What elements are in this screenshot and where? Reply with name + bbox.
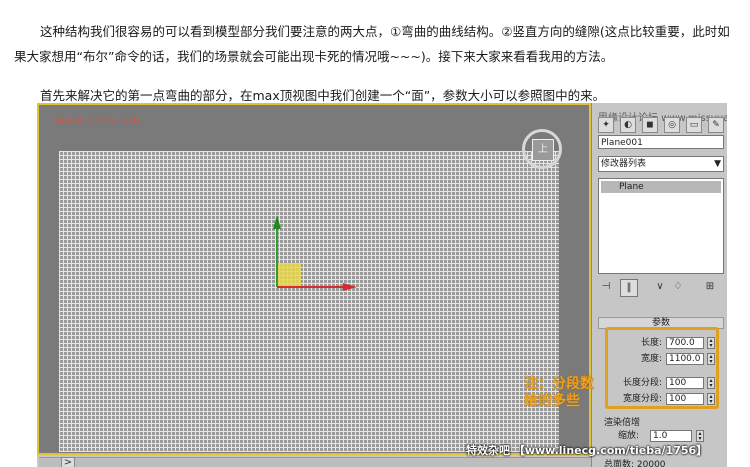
length-segs-row: 长度分段: 100 ▴ ▾ (608, 376, 718, 390)
make-unique-icon[interactable]: ∨ (652, 279, 668, 295)
width-segs-input[interactable]: 100 (666, 393, 704, 405)
length-segs-input[interactable]: 100 (666, 377, 704, 389)
plane-mesh-grid (59, 151, 559, 452)
max-screenshot: WWW.3DXY.COM 上 > 思缘设计论坛 www.missyuan.com… (37, 103, 727, 467)
scale-input[interactable]: 1.0 (650, 430, 692, 442)
hierarchy-tab-icon[interactable]: ◼ (642, 117, 658, 133)
footer-watermark: 特效杂吧 【www.linecg.com/tieba/1756】 (466, 444, 708, 457)
scale-label: 缩放: (618, 431, 640, 441)
modifier-stack[interactable]: Plane (598, 178, 724, 274)
length-input[interactable]: 700.0 (666, 337, 704, 349)
chevron-down-icon: ▼ (714, 159, 721, 169)
modifier-list-label: 修改器列表 (601, 159, 647, 169)
annotation-note: 注：分段数 给的多些 (524, 376, 594, 410)
pin-stack-icon[interactable]: ⊣ (598, 279, 614, 295)
width-label: 宽度: (640, 354, 662, 364)
render-multipliers-label: 渲染倍增 (604, 418, 641, 428)
viewport-statusbar: > (39, 457, 593, 467)
width-segs-row: 宽度分段: 100 ▴ ▾ (608, 392, 718, 406)
viewport-watermark: WWW.3DXY.COM (55, 117, 143, 127)
remove-modifier-icon[interactable]: ♢ (670, 279, 686, 295)
stack-toolbar: ⊣ ‖ ∨ ♢ ⊞ (598, 279, 724, 297)
panel-tabs: 思缘设计论坛 www.missyuan.com ✦ ◐ ◼ ◎ ▭ ✎ (596, 109, 727, 133)
width-input[interactable]: 1100.0 (666, 353, 704, 365)
width-segs-spinner[interactable]: ▴ ▾ (707, 393, 715, 405)
annotation-line-1: 注：分段数 (524, 376, 594, 392)
modifier-list-dropdown[interactable]: 修改器列表 ▼ (598, 156, 724, 172)
length-segs-label: 长度分段: (622, 378, 662, 388)
width-spinner[interactable]: ▴ ▾ (707, 353, 715, 365)
intro-paragraph: 这种结构我们很容易的可以看到模型部分我们要注意的两大点，①弯曲的曲线结构。②竖直… (14, 23, 730, 64)
object-name-field[interactable]: Plane001 (598, 135, 724, 149)
scale-spinner[interactable]: ▴ ▾ (696, 430, 704, 442)
width-segs-label: 宽度分段: (622, 394, 662, 404)
utilities-tab-icon[interactable]: ✎ (708, 117, 724, 133)
create-tab-icon[interactable]: ✦ (598, 117, 614, 133)
viewcube-icon[interactable]: 上 (522, 129, 562, 169)
scale-row: 缩放: 1.0 ▴ ▾ (604, 429, 724, 443)
total-faces-label: 总面数: 20000 (604, 460, 666, 467)
top-viewport[interactable]: WWW.3DXY.COM 上 > (37, 103, 593, 467)
length-label: 长度: (640, 338, 662, 348)
length-segs-spinner[interactable]: ▴ ▾ (707, 377, 715, 389)
expand-button[interactable]: > (61, 457, 75, 467)
configure-sets-icon[interactable]: ⊞ (702, 279, 718, 295)
annotation-line-2: 给的多些 (524, 393, 580, 409)
command-panel: 思缘设计论坛 www.missyuan.com ✦ ◐ ◼ ◎ ▭ ✎ Plan… (591, 103, 727, 467)
show-end-result-icon[interactable]: ‖ (620, 279, 638, 297)
viewcube-face-label: 上 (532, 139, 554, 161)
display-tab-icon[interactable]: ▭ (686, 117, 702, 133)
width-row: 宽度: 1100.0 ▴ ▾ (608, 352, 718, 366)
length-spinner[interactable]: ▴ ▾ (707, 337, 715, 349)
params-highlight-box: 长度: 700.0 ▴ ▾ 宽度: 1100.0 ▴ ▾ 长度分段: 100 ▴ ▾ … (605, 327, 719, 409)
transform-gizmo-icon[interactable] (269, 213, 359, 299)
motion-tab-icon[interactable]: ◎ (664, 117, 680, 133)
length-row: 长度: 700.0 ▴ ▾ (608, 336, 718, 350)
stack-item-plane[interactable]: Plane (601, 181, 721, 193)
modify-tab-icon[interactable]: ◐ (620, 117, 636, 133)
